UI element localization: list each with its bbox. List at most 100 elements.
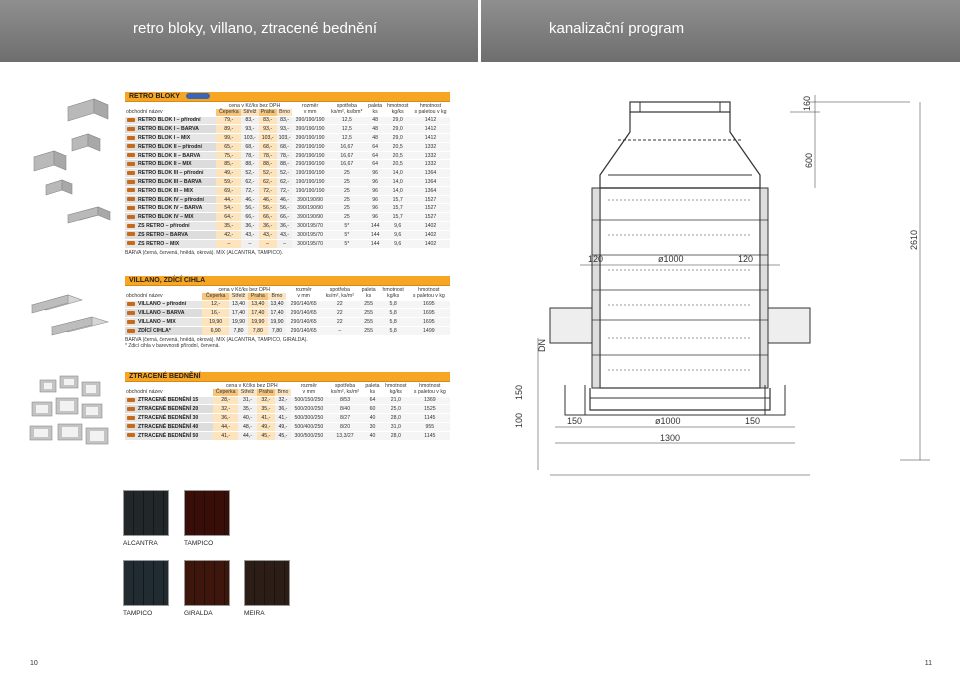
product-name: RETRO BLOK IV – BARVA (138, 205, 203, 212)
spec-cell: 29,0 (384, 115, 412, 125)
col-head: spotřeba (329, 286, 350, 293)
price-cell: 42,- (216, 229, 242, 240)
price-cell: 36,- (276, 221, 293, 231)
price-cell: 45,- (275, 430, 291, 440)
spec-cell: 1527 (411, 194, 450, 204)
retro-bloky-table: cena v Kč/ks bez DPH rozměr spotřeba paleta… (125, 102, 450, 248)
col-head: hmotnost (418, 286, 440, 293)
swatch-label: TAMPICO (184, 540, 214, 547)
spec-cell: 290/140/65 (286, 308, 322, 318)
product-name-cell: VILLANO – BARVA (125, 308, 203, 318)
spec-cell: 20,5 (384, 150, 412, 160)
price-cell: 79,- (216, 115, 242, 125)
price-cell: 41,- (275, 413, 291, 423)
spec-cell: 12,5 (327, 115, 366, 125)
price-cell: 103,- (241, 133, 259, 143)
product-name-cell: RETRO BLOK II – BARVA (125, 150, 217, 160)
product-name-cell: RETRO BLOK IV – MIX (125, 212, 217, 222)
brand-logo-icon (185, 93, 210, 100)
price-cell: 12,- (202, 299, 230, 309)
price-cell: 36,- (258, 221, 277, 231)
spec-cell: 22 (321, 308, 359, 318)
price-cell: 52,- (241, 168, 259, 178)
spec-cell: 390/190/190 (292, 133, 328, 143)
spec-cell: 5,8 (378, 325, 408, 336)
spec-cell: 8/20 (327, 421, 363, 432)
product-name: ZS RETRO – MIX (138, 240, 180, 247)
spec-cell: 28,0 (382, 430, 410, 440)
price-cell: 44,- (216, 194, 242, 204)
col-head: ks (369, 389, 376, 396)
spec-cell: 190/190/190 (292, 168, 328, 178)
spec-cell: 48 (365, 124, 385, 134)
col-head: rozměr (295, 286, 312, 293)
product-marker-icon (127, 135, 135, 140)
dim-wall-right: 120 (738, 254, 753, 264)
price-cell: 88,- (258, 159, 277, 169)
col-head: kg/ks (391, 109, 404, 116)
spec-cell: 255 (358, 325, 379, 336)
price-cell: 66,- (258, 212, 277, 222)
product-marker-icon (127, 153, 135, 158)
product-name-cell: ZTRACENÉ BEDNĚNÍ 20 (125, 404, 213, 414)
spec-cell: 255 (358, 308, 379, 318)
product-name: RETRO BLOK I – BARVA (138, 126, 199, 133)
product-marker-icon (127, 232, 135, 237)
product-name-cell: RETRO BLOK IV – BARVA (125, 203, 217, 213)
spec-cell: 500/300/250 (290, 413, 328, 423)
table-row: VILLANO – BARVA 16,- 17,40 17,40 17,40 290/14… (125, 308, 450, 318)
dim-bottom-diameter: ø1000 (655, 416, 681, 426)
col-head: paleta (365, 382, 380, 389)
col-head: kg/ks (389, 389, 402, 396)
product-name-cell: ZTRACENÉ BEDNĚNÍ 40 (125, 421, 213, 432)
product-marker-icon (127, 118, 135, 123)
price-cell: 68,- (276, 141, 293, 152)
table-row: RETRO BLOK III – MIX 69,- 72,- 72,- 72,- 190/… (125, 185, 450, 196)
table-row: ZS RETRO – MIX – – – –300/195/70 5* 144 9,6 1402 (125, 238, 450, 248)
table-row: RETRO BLOK II – MIX 85,- 88,- 88,- 88,- 290/1… (125, 159, 450, 169)
spec-cell: 1695 (407, 299, 450, 309)
spec-cell: 5,8 (378, 299, 408, 309)
product-marker-icon (127, 406, 135, 411)
product-name: ZTRACENÉ BEDNĚNÍ 20 (138, 406, 199, 413)
price-cell: 68,- (258, 141, 277, 152)
left-header-title: retro bloky, villano, ztracené bednění (133, 20, 378, 37)
price-cell: 17,40 (267, 308, 287, 318)
spec-cell: 144 (365, 221, 385, 231)
spec-cell: 1412 (411, 133, 450, 143)
price-cell: 16,- (202, 308, 230, 318)
swatch-tampico (184, 490, 230, 536)
product-name-cell: RETRO BLOK III – přírodní (125, 168, 217, 178)
spec-cell: 14,0 (384, 177, 412, 187)
spec-cell: 390/190/90 (292, 212, 328, 222)
villano-title: VILLANO, ZDÍCÍ CIHLA (129, 277, 206, 284)
table-row: RETRO BLOK IV – MIX 64,- 66,- 66,- 66,- 390/1… (125, 212, 450, 222)
table-row: RETRO BLOK II – BARVA 75,- 78,- 78,- 78,- 290… (125, 150, 450, 160)
spec-cell: 955 (409, 421, 450, 432)
price-header: cena v Kč/ks bez DPH (225, 382, 278, 389)
table-row: RETRO BLOK I – MIX 99,- 103,- 103,- 103,- 390… (125, 133, 450, 143)
price-cell: 19,90 (248, 317, 268, 327)
product-name: ZS RETRO – přírodní (138, 222, 190, 229)
spec-cell: 16,67 (327, 159, 366, 169)
product-name: ZS RETRO – BARVA (138, 231, 188, 238)
product-name: ZTRACENÉ BEDNĚNÍ 50 (138, 432, 199, 439)
swatch-meira (244, 560, 290, 606)
spec-cell: 144 (365, 229, 385, 240)
price-cell: 56,- (276, 203, 293, 213)
retro-bloky-title: RETRO BLOKY (129, 93, 180, 100)
product-name-cell: RETRO BLOK III – MIX (125, 185, 217, 196)
spec-cell: 290/140/65 (286, 325, 322, 336)
product-name-cell: ZDÍCÍ CIHLA* (125, 325, 203, 336)
col-head: Brno (276, 109, 293, 116)
ztracene-rows: ZTRACENÉ BEDNĚNÍ 15 28,- 31,- 32,- 32,- 500/1… (125, 395, 450, 440)
spec-cell: 1402 (411, 221, 450, 231)
product-marker-icon (127, 328, 135, 333)
product-name: RETRO BLOK III – BARVA (138, 178, 202, 185)
spec-cell: 390/190/90 (292, 203, 328, 213)
spec-cell: 25 (327, 194, 366, 204)
price-cell: 75,- (216, 150, 242, 160)
spec-cell: 15,7 (384, 203, 412, 213)
price-cell: 78,- (258, 150, 277, 160)
price-cell: 88,- (241, 159, 259, 169)
